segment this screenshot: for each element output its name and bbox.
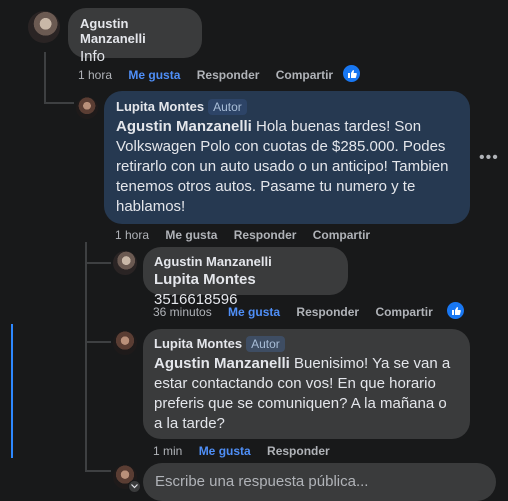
comment-author[interactable]: Agustin Manzanelli	[80, 16, 190, 46]
comment-bubble: Agustin Manzanelli Info	[68, 8, 202, 65]
mention-link[interactable]: Agustin Manzanelli	[154, 355, 290, 372]
comment-author-row: Lupita Montes Autor	[116, 99, 458, 115]
thread-line	[85, 242, 87, 472]
comment-text: Info	[80, 48, 106, 65]
reply-button[interactable]: Responder	[234, 228, 297, 242]
thumbs-up-icon	[347, 69, 357, 78]
comment-bubble: Lupita Montes Autor Agustin Manzanelli Bu…	[143, 329, 470, 439]
author-badge: Autor	[208, 99, 247, 115]
comment-text: Lupita Montes 3516618596	[154, 270, 337, 310]
chevron-down-icon[interactable]	[128, 480, 141, 493]
share-button[interactable]: Compartir	[313, 228, 370, 242]
comment-author[interactable]: Lupita Montes	[116, 99, 204, 114]
like-button[interactable]: Me gusta	[199, 444, 251, 458]
comment-bubble: Agustin Manzanelli Lupita Montes 3516618…	[143, 247, 348, 308]
thread-line	[87, 341, 111, 343]
thread-line	[87, 262, 111, 264]
thread-line	[87, 470, 111, 472]
comment-actions: 36 minutos Me gusta Responder Compartir	[153, 305, 446, 319]
like-button[interactable]: Me gusta	[228, 305, 280, 319]
avatar[interactable]	[113, 331, 137, 355]
like-button[interactable]: Me gusta	[128, 68, 180, 82]
reply-placeholder: Escribe una respuesta pública...	[155, 473, 369, 490]
thumbs-up-icon	[451, 306, 461, 315]
reply-button[interactable]: Responder	[267, 444, 330, 458]
more-options-icon[interactable]: •••	[479, 149, 499, 167]
comment-author[interactable]: Agustin Manzanelli	[154, 254, 337, 269]
comment-author-row: Lupita Montes Autor	[154, 336, 459, 352]
like-reaction-icon[interactable]	[342, 64, 361, 83]
comment-text: Agustin Manzanelli Buenisimo! Ya se van …	[154, 354, 459, 434]
like-reaction-icon[interactable]	[446, 301, 465, 320]
reply-button[interactable]: Responder	[296, 305, 359, 319]
comment-actions: 1 hora Me gusta Responder Compartir	[115, 228, 383, 242]
share-button[interactable]: Compartir	[375, 305, 432, 319]
share-button[interactable]: Compartir	[276, 68, 333, 82]
comment-text: Agustin Manzanelli Hola buenas tardes! S…	[116, 117, 458, 217]
mention-link[interactable]: Lupita Montes	[154, 271, 256, 288]
author-badge: Autor	[246, 336, 285, 352]
thread-line	[44, 52, 46, 104]
comment-author[interactable]: Lupita Montes	[154, 336, 242, 351]
comment-bubble: Lupita Montes Autor Agustin Manzanelli Ho…	[104, 91, 470, 224]
avatar[interactable]	[28, 11, 60, 43]
comment-time[interactable]: 36 minutos	[153, 305, 212, 319]
comment-time[interactable]: 1 hora	[115, 228, 149, 242]
avatar[interactable]	[76, 97, 98, 119]
comment-actions: 1 min Me gusta Responder	[153, 444, 343, 458]
comment-actions: 1 hora Me gusta Responder Compartir	[78, 68, 346, 82]
avatar[interactable]	[113, 251, 137, 275]
reply-input[interactable]: Escribe una respuesta pública...	[143, 463, 496, 501]
thread-line	[44, 102, 74, 104]
reply-button[interactable]: Responder	[197, 68, 260, 82]
highlight-thread-line	[11, 324, 13, 458]
comment-time[interactable]: 1 hora	[78, 68, 112, 82]
mention-link[interactable]: Agustin Manzanelli	[116, 118, 252, 135]
like-button[interactable]: Me gusta	[165, 228, 217, 242]
comment-time[interactable]: 1 min	[153, 444, 182, 458]
